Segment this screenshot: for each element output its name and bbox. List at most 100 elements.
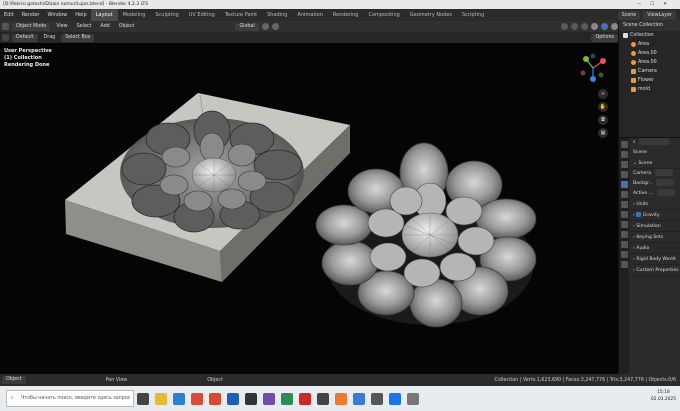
chevron-right-icon: › — [633, 257, 635, 262]
tab-animation[interactable]: Animation — [292, 9, 328, 21]
object-tab-icon[interactable] — [620, 211, 628, 218]
outliner-row[interactable]: Flower — [619, 76, 680, 85]
outliner-row[interactable]: Camera — [619, 67, 680, 76]
physics-tab-icon[interactable] — [620, 231, 628, 238]
tab-layout[interactable]: Layout — [90, 9, 118, 21]
section-simulation[interactable]: › Simulation — [630, 221, 680, 232]
material-tab-icon[interactable] — [620, 261, 628, 268]
tab-modeling[interactable]: Modeling — [118, 9, 151, 21]
tab-rendering[interactable]: Rendering — [328, 9, 364, 21]
menu-window[interactable]: Window — [44, 9, 72, 21]
snap-icon[interactable] — [261, 23, 269, 30]
outliner-row[interactable]: Area.00 — [619, 58, 680, 67]
section-gravity[interactable]: › Gravity — [630, 210, 680, 221]
window-controls[interactable]: —☐✕ — [637, 0, 676, 9]
app-icon[interactable] — [263, 392, 275, 405]
status-object-selector[interactable]: Object — [2, 376, 26, 384]
menu-help[interactable]: Help — [71, 9, 90, 21]
app-icon[interactable] — [317, 392, 329, 405]
section-rigid-body-world[interactable]: › Rigid Body World — [630, 254, 680, 265]
section-simulation-label: Simulation — [636, 224, 661, 229]
editor-type-icon[interactable] — [2, 23, 9, 30]
output-tab-icon[interactable] — [620, 161, 628, 168]
properties-search[interactable]: ⌕ — [630, 138, 680, 148]
app-icon[interactable] — [353, 392, 365, 405]
outliner-row[interactable]: Collection — [619, 31, 680, 40]
flower-object[interactable] — [315, 142, 537, 328]
mode-selector[interactable]: Object Mode — [12, 22, 51, 31]
render-tab-icon[interactable] — [620, 151, 628, 158]
menu-render[interactable]: Render — [18, 9, 44, 21]
pdf-icon[interactable] — [299, 392, 311, 405]
scene-selector[interactable]: Scene — [617, 10, 641, 20]
data-tab-icon[interactable] — [620, 251, 628, 258]
active-field[interactable] — [656, 189, 675, 196]
app-icon[interactable] — [407, 392, 419, 405]
menu-edit[interactable]: Edit — [0, 9, 18, 21]
task-view-icon[interactable] — [137, 392, 149, 405]
grid-ortho-icon[interactable]: ▦ — [598, 128, 608, 138]
background-field[interactable] — [656, 179, 675, 186]
tab-texture-paint[interactable]: Texture Paint — [220, 9, 262, 21]
overlay-icon[interactable] — [581, 23, 589, 30]
camera-view-icon[interactable]: ◘ — [598, 115, 608, 125]
collection-tab-icon[interactable] — [620, 201, 628, 208]
mold-object[interactable] — [65, 93, 350, 282]
tab-shading[interactable]: Shading — [262, 9, 292, 21]
section-units[interactable]: › Units — [630, 199, 680, 210]
tab-sculpting[interactable]: Sculpting — [150, 9, 183, 21]
menu-select[interactable]: Select — [74, 24, 95, 29]
proportional-edit-icon[interactable] — [271, 23, 279, 30]
section-keying-sets[interactable]: › Keying Sets — [630, 232, 680, 243]
shading-solid-icon[interactable] — [591, 23, 599, 30]
outliner-row[interactable]: Area.00 — [619, 49, 680, 58]
modifier-tab-icon[interactable] — [620, 221, 628, 228]
shading-material-icon[interactable] — [601, 23, 609, 30]
word-icon[interactable] — [227, 392, 239, 405]
section-custom-properties[interactable]: › Custom Properties — [630, 265, 680, 276]
visibility-icon[interactable] — [561, 23, 569, 30]
orientation-selector[interactable]: Default — [12, 33, 38, 42]
tab-uv-editing[interactable]: UV Editing — [184, 9, 220, 21]
file-explorer-icon[interactable] — [155, 392, 167, 405]
pan-hand-icon[interactable]: ✋ — [598, 102, 608, 112]
transform-orientation[interactable]: Global — [235, 22, 259, 31]
system-clock[interactable]: 15:18 02.03.2025 — [651, 389, 676, 403]
view-layer-selector[interactable]: ViewLayer — [643, 10, 676, 20]
tab-scripting[interactable]: Scripting — [457, 9, 489, 21]
tool-tab-icon[interactable] — [620, 141, 628, 148]
menu-add[interactable]: Add — [97, 24, 112, 29]
outliner-row[interactable]: mold — [619, 85, 680, 94]
section-audio[interactable]: › Audio — [630, 243, 680, 254]
tab-compositing[interactable]: Compositing — [363, 9, 404, 21]
camera-field[interactable] — [654, 169, 673, 176]
mesh-icon — [631, 78, 636, 83]
blender-icon[interactable] — [335, 392, 347, 405]
shading-rendered-icon[interactable] — [611, 23, 618, 30]
section-scene[interactable]: ⌄ Scene — [630, 158, 680, 169]
view-layer-tab-icon[interactable] — [620, 171, 628, 178]
constraint-tab-icon[interactable] — [620, 241, 628, 248]
app-icon[interactable] — [371, 392, 383, 405]
chrome-icon[interactable] — [209, 392, 221, 405]
menu-object[interactable]: Object — [116, 24, 138, 29]
zoom-icon[interactable]: + — [598, 89, 608, 99]
app-icon[interactable] — [281, 392, 293, 405]
drag-mode-selector[interactable]: Select Box — [61, 33, 95, 42]
menu-view[interactable]: View — [53, 24, 70, 29]
3d-viewport[interactable]: User Perspective (1) Collection Renderin… — [0, 43, 618, 374]
tab-geometry-nodes[interactable]: Geometry Nodes — [405, 9, 457, 21]
taskbar-search-input[interactable]: ⌕ Чтобы начать поиск, введите здесь запр… — [6, 390, 134, 407]
app-icon[interactable] — [389, 392, 401, 405]
navigation-gizmo[interactable] — [576, 51, 610, 85]
app-icon[interactable] — [245, 392, 257, 405]
gravity-checkbox[interactable] — [636, 212, 642, 217]
gizmo-icon[interactable] — [571, 23, 579, 30]
options-button[interactable]: Options — [591, 33, 618, 42]
world-tab-icon[interactable] — [620, 191, 628, 198]
outliner-row[interactable]: Area — [619, 40, 680, 49]
properties-search-input[interactable] — [639, 138, 670, 145]
edge-icon[interactable] — [173, 392, 185, 405]
opera-icon[interactable] — [191, 392, 203, 405]
scene-tab-icon[interactable] — [620, 181, 628, 188]
